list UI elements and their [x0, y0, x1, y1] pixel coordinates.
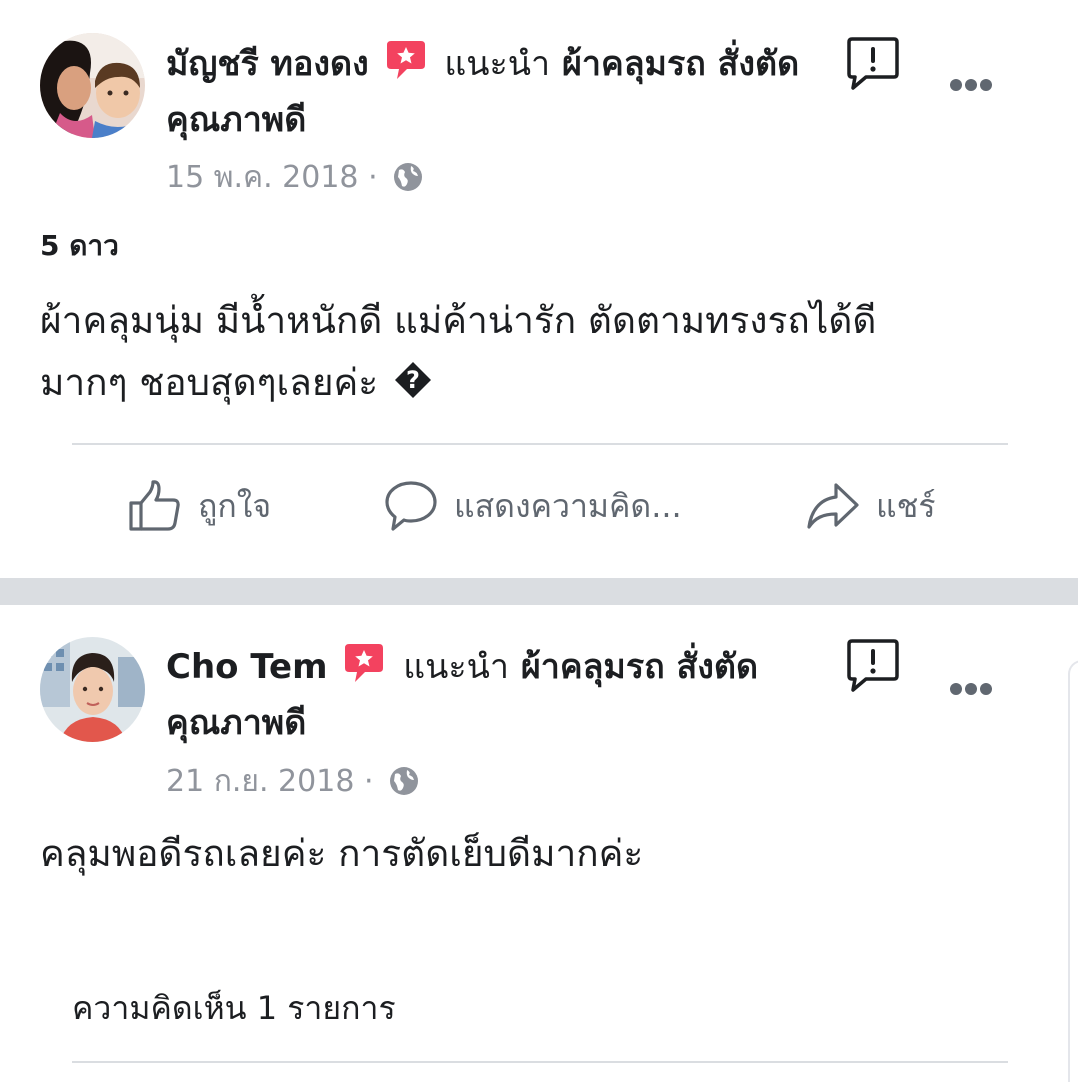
thumbs-up-icon — [129, 480, 180, 531]
post-meta: 15 พ.ค. 2018 · — [166, 158, 423, 198]
globe-icon — [393, 162, 423, 192]
meta-separator: · — [368, 160, 378, 195]
report-exclamation-icon[interactable] — [846, 36, 900, 92]
unknown-glyph-mark: ? — [405, 366, 420, 394]
review-text-line-2: มากๆ ชอบสุดๆเลยค่ะ ? — [40, 352, 1040, 414]
share-label: แชร์ — [876, 486, 936, 525]
review-text-line-2-words: มากๆ ชอบสุดๆเลยค่ะ — [40, 361, 379, 404]
post-date[interactable]: 21 ก.ย. 2018 — [166, 764, 354, 799]
review-post-2: Cho Tem แนะนำ ผ้าคลุมรถ สั่งตัด คุณภาพดี… — [0, 605, 1078, 1074]
actions-divider — [72, 443, 1008, 445]
review-post-1: มัญชรี ทองดง แนะนำ ผ้าคลุมรถ สั่งตัด คุณ… — [0, 0, 1078, 578]
author-avatar[interactable] — [40, 637, 145, 742]
comment-bubble-icon — [385, 481, 437, 531]
comment-button[interactable]: แสดงความคิด... — [384, 476, 682, 536]
recommend-star-icon — [386, 41, 425, 81]
like-label: ถูกใจ — [198, 486, 272, 525]
author-name[interactable]: มัญชรี ทองดง — [166, 44, 369, 84]
recommends-label: แนะนำ — [444, 44, 551, 84]
more-dots-icon[interactable] — [948, 77, 994, 93]
review-text: ผ้าคลุมนุ่ม มีน้ำหนักดี แม่ค้าน่ารัก ตัด… — [40, 290, 1040, 414]
review-text: คลุมพอดีรถเลยค่ะ การตัดเย็บดีมากค่ะ — [40, 823, 1040, 885]
review-text-line-1: ผ้าคลุมนุ่ม มีน้ำหนักดี แม่ค้าน่ารัก ตัด… — [40, 299, 877, 342]
recommend-star-icon — [345, 644, 384, 684]
post-header: Cho Tem แนะนำ ผ้าคลุมรถ สั่งตัด คุณภาพดี — [166, 639, 806, 751]
author-avatar[interactable] — [40, 33, 145, 138]
comments-count-link[interactable]: ความคิดเห็น 1 รายการ — [72, 983, 396, 1034]
post-header: มัญชรี ทองดง แนะนำ ผ้าคลุมรถ สั่งตัด คุณ… — [166, 36, 806, 148]
comment-label: แสดงความคิด... — [454, 486, 682, 525]
post-date[interactable]: 15 พ.ค. 2018 — [166, 160, 359, 195]
more-dots-icon[interactable] — [948, 681, 994, 697]
actions-divider — [72, 1061, 1008, 1063]
globe-icon — [389, 766, 419, 796]
post-meta: 21 ก.ย. 2018 · — [166, 762, 419, 802]
share-button[interactable]: แชร์ — [806, 476, 936, 536]
scroll-edge — [1068, 660, 1078, 1082]
like-button[interactable]: ถูกใจ — [128, 476, 271, 536]
rating-label: 5 ดาว — [40, 229, 119, 262]
report-exclamation-icon[interactable] — [846, 638, 900, 694]
author-name[interactable]: Cho Tem — [166, 647, 328, 687]
meta-separator: · — [363, 764, 374, 799]
review-text-line-1: คลุมพอดีรถเลยค่ะ การตัดเย็บดีมากค่ะ — [40, 832, 644, 875]
unknown-glyph-icon: ? — [394, 361, 432, 399]
share-arrow-icon — [807, 483, 859, 529]
feed-separator — [0, 578, 1078, 605]
recommends-label: แนะนำ — [403, 647, 509, 687]
